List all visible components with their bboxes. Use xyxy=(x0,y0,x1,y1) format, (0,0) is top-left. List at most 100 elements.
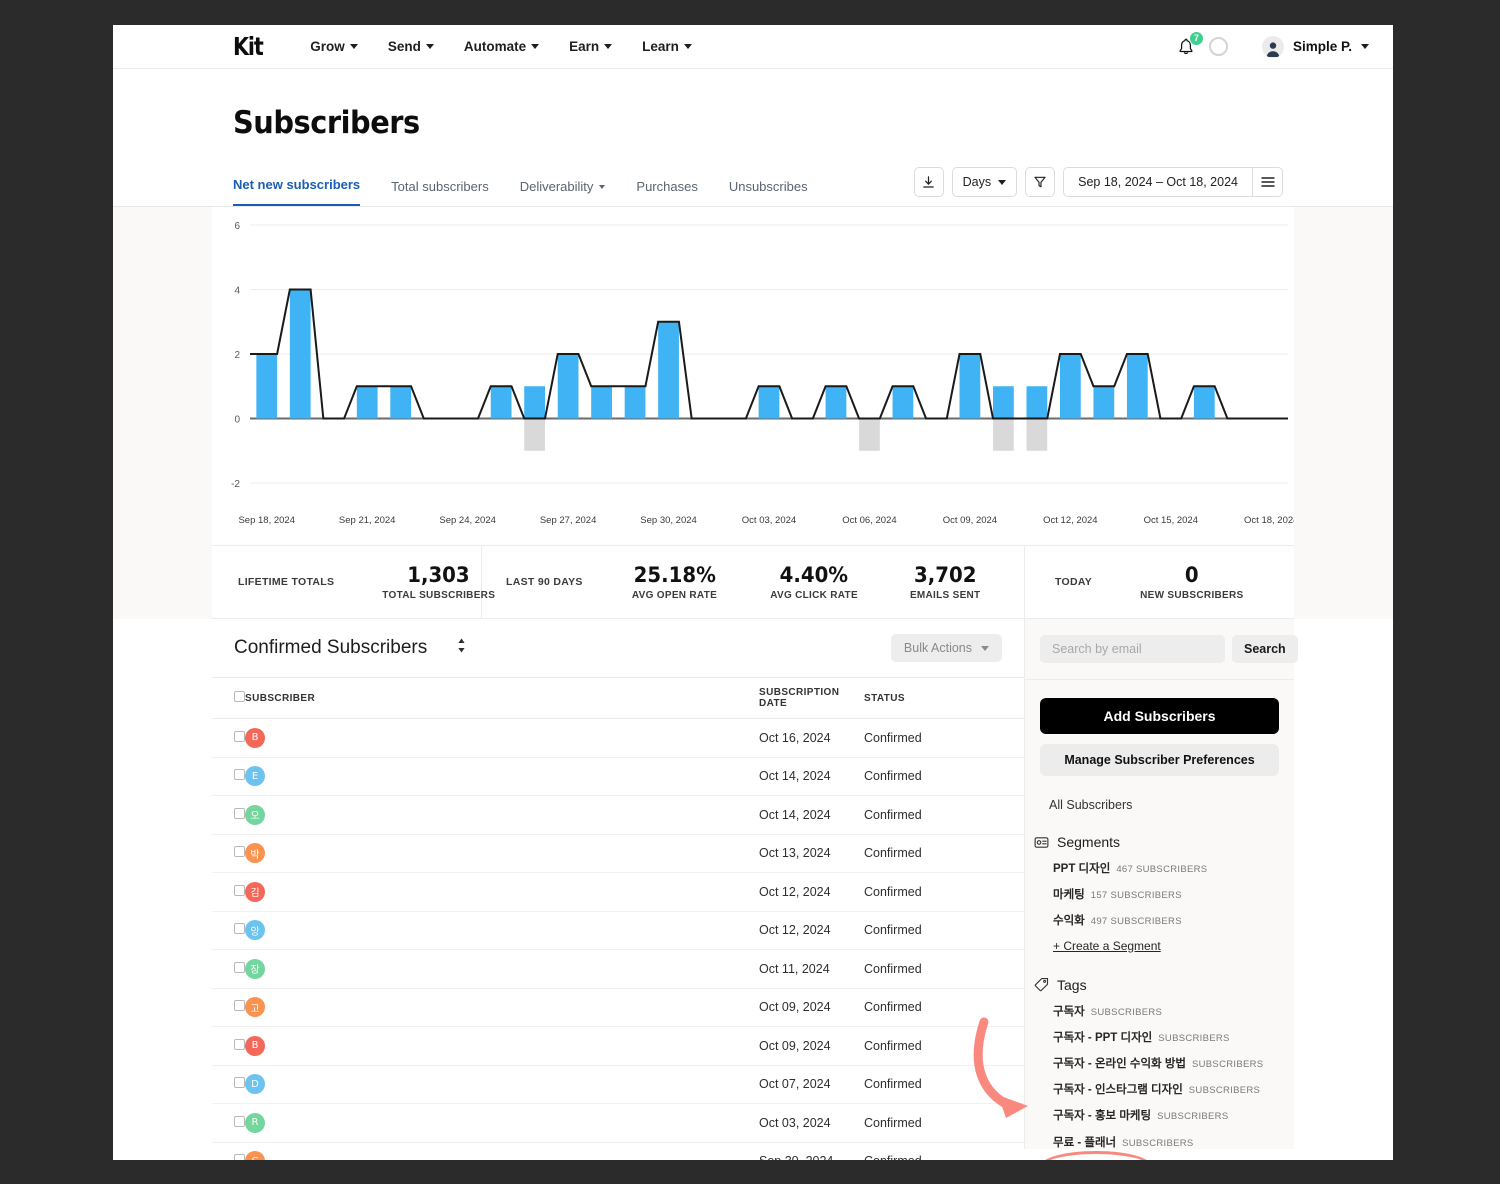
row-select-cell xyxy=(212,988,245,1027)
list-item-count: SUBSCRIBERS xyxy=(1158,1032,1230,1044)
svg-text:Oct 18, 2024: Oct 18, 2024 xyxy=(1244,515,1294,526)
create-a-segment-link[interactable]: + Create a Segment xyxy=(1053,939,1161,953)
svg-text:Sep 30, 2024: Sep 30, 2024 xyxy=(640,515,697,526)
list-item[interactable]: 무료 - 플래너 SUBSCRIBERS xyxy=(1053,1130,1294,1153)
tab-purchases[interactable]: Purchases xyxy=(636,179,697,206)
table-row[interactable]: D Oct 07, 2024 Confirmed xyxy=(212,1065,1024,1104)
chevron-down-icon xyxy=(349,44,358,49)
status-cell: Confirmed xyxy=(864,1026,1024,1066)
status-cell: Confirmed xyxy=(864,911,1024,950)
subscribers-list-panel: Confirmed Subscribers Bulk Actions SUBSC… xyxy=(212,619,1025,1160)
nav-item-learn[interactable]: Learn xyxy=(642,39,692,54)
bulk-actions-label: Bulk Actions xyxy=(903,641,972,655)
table-row[interactable]: B Oct 09, 2024 Confirmed xyxy=(212,1026,1024,1066)
list-item-name: PPT 디자인 xyxy=(1053,863,1111,875)
user-menu[interactable]: Simple P. xyxy=(1261,35,1369,58)
row-select-cell xyxy=(212,872,245,912)
subscriber-cell: 앙 xyxy=(245,911,759,950)
svg-text:0: 0 xyxy=(234,415,240,426)
subscription-date-cell: Oct 14, 2024 xyxy=(759,757,864,796)
table-row[interactable]: 장 Oct 11, 2024 Confirmed xyxy=(212,949,1024,989)
subscriber-cell: 박 xyxy=(245,834,759,873)
list-item-count: SUBSCRIBERS xyxy=(1122,1137,1194,1149)
list-item[interactable]: 구독자 - 온라인 수익화 방법 SUBSCRIBERS xyxy=(1053,1051,1294,1074)
tab-unsubscribes[interactable]: Unsubscribes xyxy=(729,179,808,206)
chart-panel: -2 0 2 4 6 Sep 18, 2024 Sep 21, 2024 Sep 24, 20… xyxy=(212,207,1294,545)
nav-item-earn-label: Earn xyxy=(569,39,600,54)
table-row[interactable]: 김 Oct 12, 2024 Confirmed xyxy=(212,872,1024,912)
row-checkbox[interactable] xyxy=(234,1038,245,1050)
date-range-picker[interactable]: Sep 18, 2024 – Oct 18, 2024 xyxy=(1063,167,1283,197)
add-subscribers-button[interactable]: Add Subscribers xyxy=(1040,698,1279,734)
nav-item-send[interactable]: Send xyxy=(388,39,434,54)
row-checkbox[interactable] xyxy=(234,1115,245,1127)
sort-updown-icon[interactable] xyxy=(456,637,467,659)
progress-ring-icon[interactable] xyxy=(1208,37,1228,56)
all-subscribers-link[interactable]: All Subscribers xyxy=(1049,798,1294,812)
row-select-cell xyxy=(212,795,245,835)
select-all-checkbox[interactable] xyxy=(234,691,245,702)
row-checkbox[interactable] xyxy=(234,730,245,742)
date-range-menu-button[interactable] xyxy=(1252,168,1282,196)
row-checkbox[interactable] xyxy=(234,1000,245,1012)
tags-list: 구독자 SUBSCRIBERS 구독자 - PPT 디자인 SUBSCRIBERS 구독… xyxy=(1053,999,1294,1153)
table-row[interactable]: E Oct 14, 2024 Confirmed xyxy=(212,757,1024,796)
stat-emails-sent: 3,702 EMAILS SENT xyxy=(884,563,1007,601)
row-checkbox[interactable] xyxy=(234,769,245,781)
nav-item-grow-label: Grow xyxy=(310,39,345,54)
table-row[interactable]: 오 Oct 14, 2024 Confirmed xyxy=(212,795,1024,835)
nav-item-grow[interactable]: Grow xyxy=(310,39,358,54)
table-row[interactable]: C Sep 30, 2024Confirmed xyxy=(212,1142,1024,1160)
filter-button[interactable] xyxy=(1025,167,1056,197)
list-item-count: SUBSCRIBERS xyxy=(1192,1058,1264,1070)
row-checkbox[interactable] xyxy=(234,1077,245,1089)
table-row[interactable]: 앙 Oct 12, 2024 Confirmed xyxy=(212,911,1024,950)
list-item-count: SUBSCRIBERS xyxy=(1090,1006,1163,1018)
row-checkbox[interactable] xyxy=(234,846,245,858)
list-item[interactable]: 마케팅 157 SUBSCRIBERS xyxy=(1053,882,1294,905)
row-checkbox[interactable] xyxy=(234,884,245,896)
net-new-subscribers-chart[interactable]: -2 0 2 4 6 Sep 18, 2024 Sep 21, 2024 Sep 24, 20… xyxy=(212,207,1294,545)
tab-deliverability[interactable]: Deliverability xyxy=(520,179,606,206)
table-header-row: SUBSCRIBER SUBSCRIPTION DATE STATUS xyxy=(212,677,1024,719)
nav-item-earn[interactable]: Earn xyxy=(569,39,613,54)
bulk-actions-button[interactable]: Bulk Actions xyxy=(890,634,1002,662)
list-item[interactable]: 구독자 - PPT 디자인 SUBSCRIBERS xyxy=(1053,1025,1294,1048)
row-checkbox[interactable] xyxy=(234,1154,245,1160)
row-checkbox[interactable] xyxy=(234,961,245,973)
stat-new-subscribers-value: 0 xyxy=(1184,562,1199,587)
subscription-date-cell: Oct 14, 2024 xyxy=(759,795,864,835)
stat-avg-click-rate: 4.40% AVG CLICK RATE xyxy=(744,563,884,601)
list-item-count: 467 SUBSCRIBERS xyxy=(1116,864,1208,875)
list-item[interactable]: 구독자 - 홍보 마케팅 SUBSCRIBERS xyxy=(1053,1103,1294,1126)
notifications-button[interactable]: 7 xyxy=(1175,30,1204,60)
interval-label: Days xyxy=(962,175,992,189)
interval-select[interactable]: Days xyxy=(951,167,1018,197)
manage-subscriber-preferences-button[interactable]: Manage Subscriber Preferences xyxy=(1040,744,1279,776)
kit-logo[interactable]: Kit xyxy=(233,32,264,61)
table-row[interactable]: B Oct 16, 2024 Confirmed xyxy=(212,718,1024,758)
list-item-name: 구독자 - 온라인 수익화 방법 xyxy=(1053,1057,1186,1070)
nav-item-automate[interactable]: Automate xyxy=(464,39,540,54)
table-row[interactable]: 고 Oct 09, 2024 Confirmed xyxy=(212,988,1024,1027)
list-item[interactable]: PPT 디자인 467 SUBSCRIBERS xyxy=(1053,856,1294,879)
status-cell: Confirmed xyxy=(864,1103,1024,1143)
list-item[interactable]: 구독자 SUBSCRIBERS xyxy=(1053,999,1294,1022)
row-checkbox[interactable] xyxy=(234,923,245,935)
status-cell: Confirmed xyxy=(864,949,1024,989)
tab-total-subscribers[interactable]: Total subscribers xyxy=(391,179,489,206)
svg-text:Sep 18, 2024: Sep 18, 2024 xyxy=(238,515,295,526)
export-button[interactable] xyxy=(913,167,944,197)
list-item-name: 수익화 xyxy=(1053,915,1085,928)
chevron-down-icon xyxy=(998,179,1007,185)
tab-unsubscribes-label: Unsubscribes xyxy=(728,179,808,194)
list-item[interactable]: 구독자 - 인스타그램 디자인 SUBSCRIBERS xyxy=(1053,1077,1294,1100)
search-button[interactable]: Search xyxy=(1232,635,1298,663)
status-cell: Confirmed xyxy=(864,988,1024,1027)
tab-net-new-subscribers[interactable]: Net new subscribers xyxy=(233,177,361,206)
row-checkbox[interactable] xyxy=(234,807,245,819)
list-item[interactable]: 수익화 497 SUBSCRIBERS xyxy=(1053,908,1294,931)
table-row[interactable]: 박 Oct 13, 2024 Confirmed xyxy=(212,834,1024,873)
search-input[interactable] xyxy=(1040,635,1225,663)
table-row[interactable]: R Oct 03, 2024 Confirmed xyxy=(212,1103,1024,1143)
